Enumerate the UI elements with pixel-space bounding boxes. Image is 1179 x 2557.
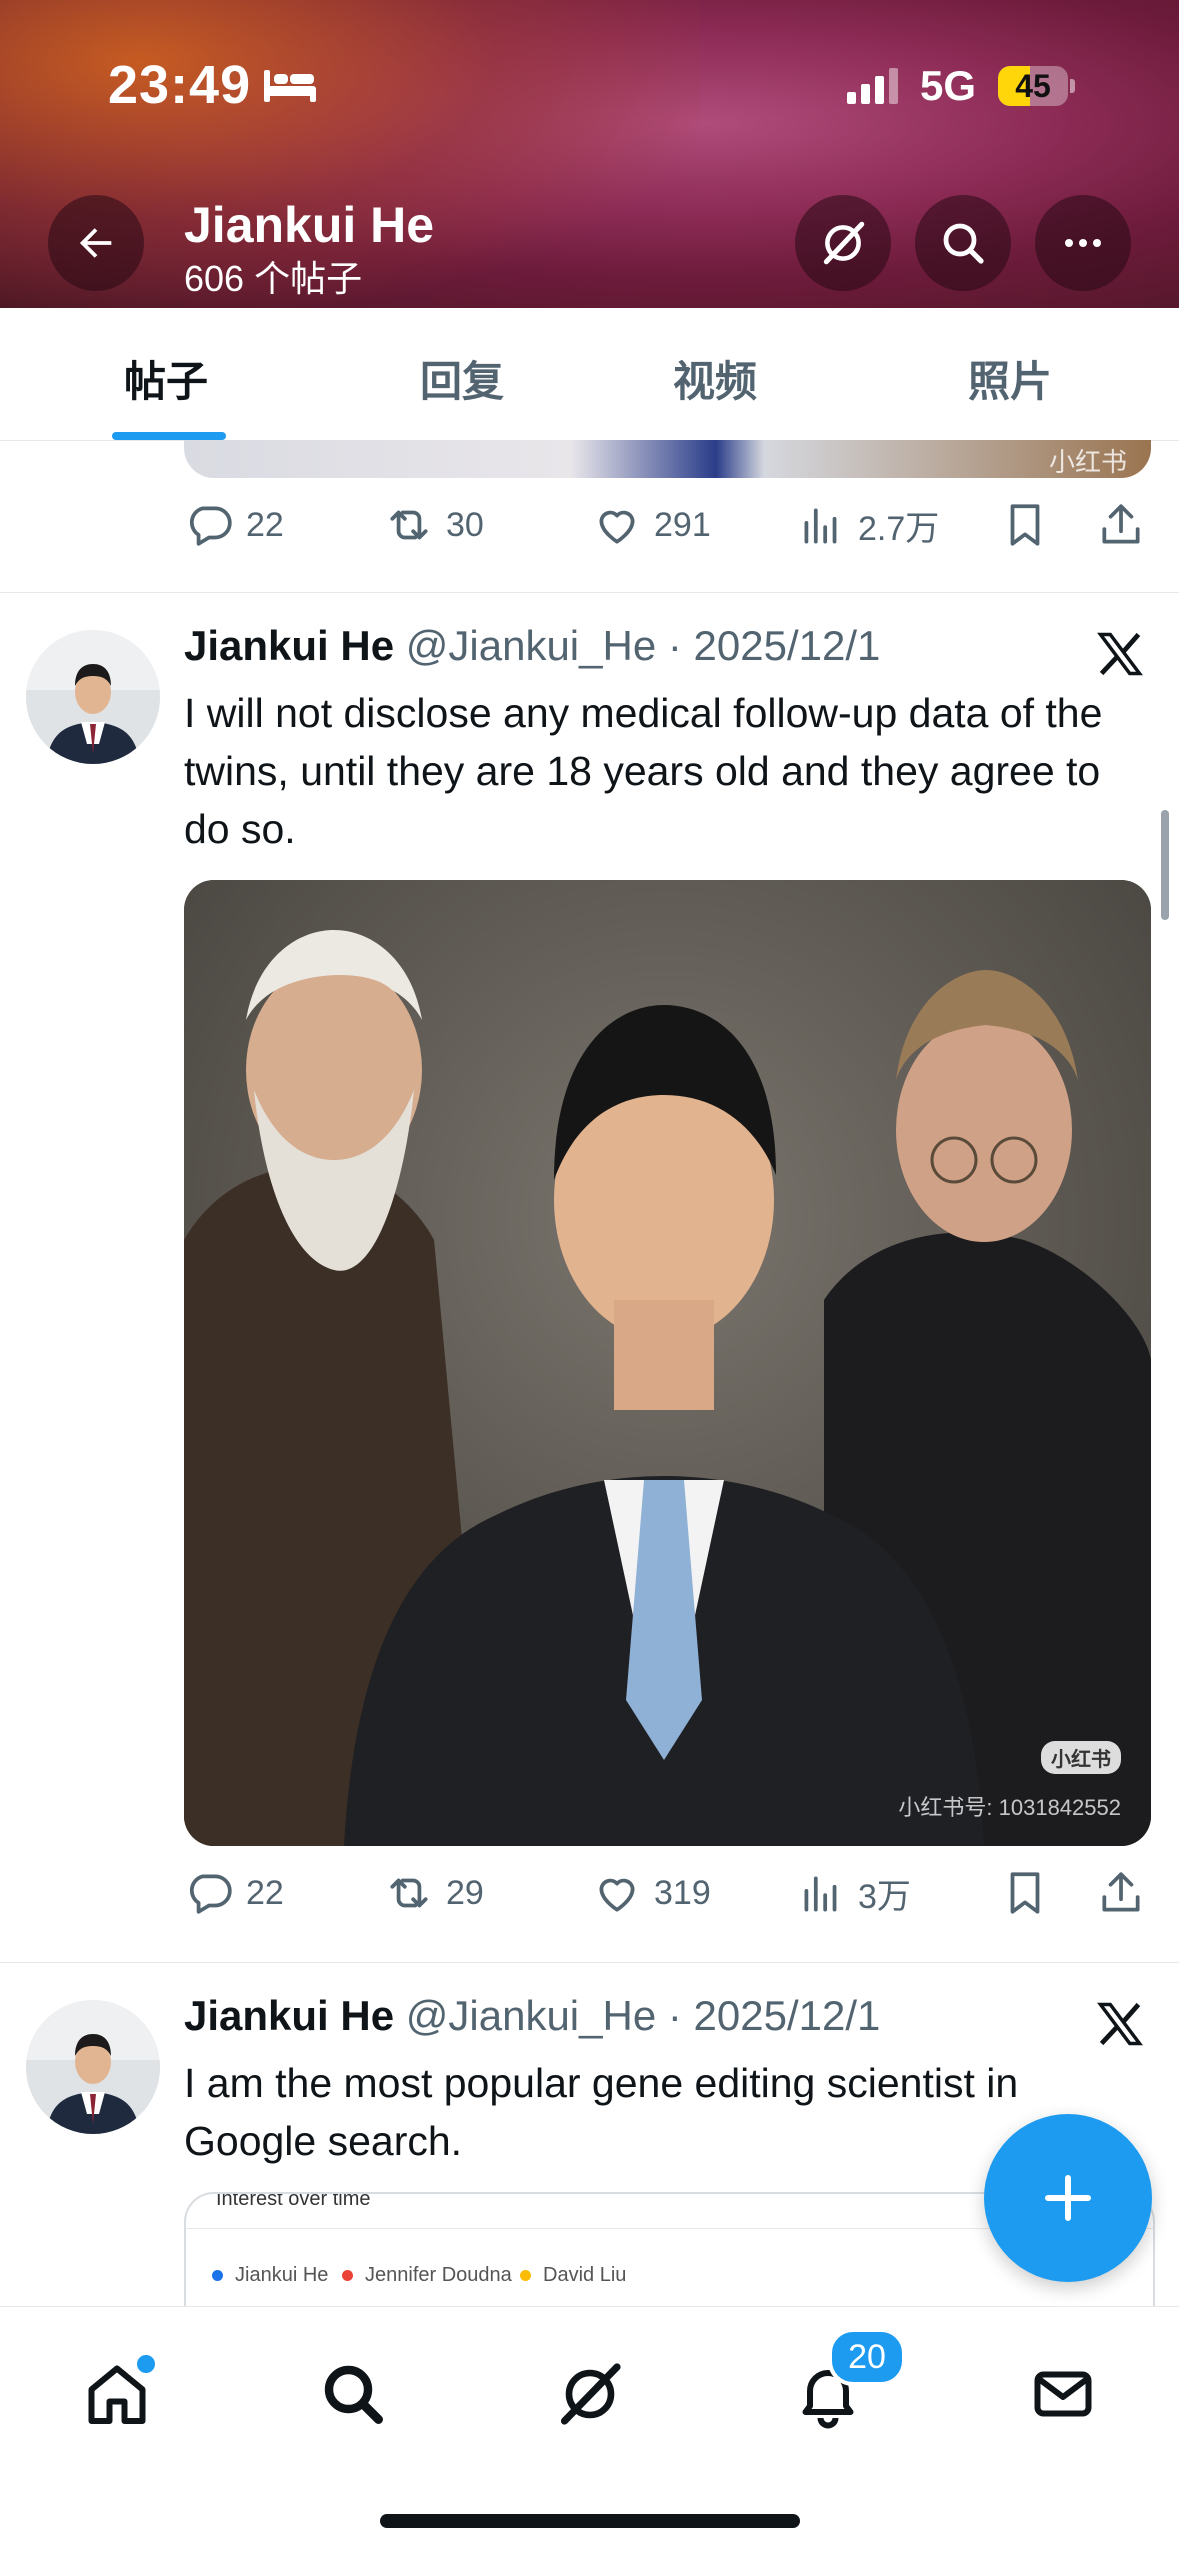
separator: · <box>667 1992 682 2039</box>
share-icon <box>1102 504 1140 544</box>
views-button[interactable]: 3万 <box>796 1868 911 1918</box>
more-options-button[interactable] <box>1035 195 1131 291</box>
home-indicator[interactable] <box>380 2514 800 2528</box>
legend-item: Jennifer Doudna <box>342 2264 512 2287</box>
reply-icon <box>189 506 232 546</box>
separator: · <box>667 622 682 669</box>
view-count: 3万 <box>858 1877 911 1916</box>
avatar[interactable] <box>26 630 160 764</box>
views-button[interactable]: 2.7万 <box>796 500 939 550</box>
bookmark-button[interactable] <box>1000 500 1062 550</box>
battery-indicator: 45 <box>998 66 1076 106</box>
tab-photos[interactable]: 照片 <box>968 348 1052 409</box>
x-logo-icon <box>1097 2002 1143 2046</box>
profile-name: Jiankui He <box>184 197 435 253</box>
view-count: 2.7万 <box>858 509 940 548</box>
previous-tweet-image[interactable]: 小红书 <box>184 440 1151 478</box>
tweet-actions: 22 29 319 3万 <box>184 1868 1154 1928</box>
more-horizontal-icon <box>1065 239 1101 247</box>
reply-button[interactable]: 22 <box>184 500 284 550</box>
card-title: Interest over time <box>216 2192 371 2210</box>
mail-icon <box>1034 2371 1092 2417</box>
scrollbar[interactable] <box>1161 810 1169 920</box>
post-count: 606 个帖子 <box>184 258 363 299</box>
share-button[interactable] <box>1096 1868 1158 1918</box>
sleep-focus-icon <box>264 70 316 102</box>
author-handle[interactable]: @Jiankui_He <box>406 622 656 669</box>
author-handle[interactable]: @Jiankui_He <box>406 1992 656 2039</box>
author-name[interactable]: Jiankui He <box>184 1992 394 2039</box>
bookmark-icon <box>1010 1872 1040 1914</box>
tab-posts[interactable]: 帖子 <box>124 348 208 409</box>
tweet-header: Jiankui He @Jiankui_He · 2025/12/1 <box>184 622 880 670</box>
notification-badge: 20 <box>828 2328 906 2386</box>
like-button[interactable]: 291 <box>592 500 711 550</box>
timeline[interactable]: 小红书 22 30 291 2.7万 Jiankui He @Jiankui_H… <box>0 440 1179 2306</box>
search-icon <box>324 2365 383 2424</box>
x-logo-icon <box>1097 632 1143 676</box>
image-watermark: 小红书 <box>1048 447 1127 477</box>
tweet-date[interactable]: 2025/12/1 <box>694 1992 881 2039</box>
image-watermark-logo: 小红书 <box>1041 1741 1121 1774</box>
avatar[interactable] <box>26 2000 160 2134</box>
reply-count: 22 <box>246 505 284 544</box>
repost-icon <box>390 510 428 540</box>
analytics-icon <box>804 1876 837 1912</box>
profile-tabs: 帖子 回复 视频 照片 <box>0 308 1179 441</box>
grok-button[interactable] <box>795 195 891 291</box>
grok-icon <box>560 2363 621 2425</box>
nav-messages[interactable] <box>1018 2349 1108 2439</box>
tweet-image[interactable]: 小红书 小红书号: 1031842552 <box>184 880 1151 1846</box>
active-tab-indicator <box>112 432 226 440</box>
repost-button[interactable]: 29 <box>384 1868 484 1918</box>
tweet-date[interactable]: 2025/12/1 <box>694 622 881 669</box>
nav-grok[interactable] <box>545 2349 635 2439</box>
heart-icon <box>599 510 635 544</box>
divider <box>0 1962 1179 1963</box>
share-icon <box>1102 1872 1140 1912</box>
tweet-text: I will not disclose any medical follow-u… <box>184 690 1103 852</box>
share-button[interactable] <box>1096 500 1158 550</box>
status-time: 23:49 <box>108 55 252 115</box>
repost-icon <box>390 1878 428 1908</box>
battery-level: 45 <box>1015 68 1051 104</box>
heart-icon <box>599 1878 635 1912</box>
network-type: 5G <box>920 62 977 109</box>
reply-button[interactable]: 22 <box>184 1868 284 1918</box>
arrow-left-icon <box>79 228 112 258</box>
repost-count: 30 <box>446 505 484 544</box>
repost-count: 29 <box>446 1873 484 1912</box>
reply-count: 22 <box>246 1873 284 1912</box>
tab-videos[interactable]: 视频 <box>673 348 757 409</box>
image-watermark-id: 小红书号: 1031842552 <box>898 1795 1121 1820</box>
author-name[interactable]: Jiankui He <box>184 622 394 669</box>
compose-post-button[interactable] <box>984 2114 1152 2282</box>
bookmark-button[interactable] <box>1000 1868 1062 1918</box>
like-button[interactable]: 319 <box>592 1868 711 1918</box>
tweet-header: Jiankui He @Jiankui_He · 2025/12/1 <box>184 1992 880 2040</box>
home-unread-dot <box>134 2352 158 2376</box>
grok-icon <box>823 221 865 265</box>
plus-icon <box>1045 2175 1091 2221</box>
reply-icon <box>189 1874 232 1914</box>
like-count: 319 <box>654 1873 711 1912</box>
back-button[interactable] <box>48 195 144 291</box>
previous-tweet-actions: 22 30 291 2.7万 <box>184 500 1154 560</box>
cellular-signal-icon <box>847 68 898 104</box>
search-button[interactable] <box>915 195 1011 291</box>
search-icon <box>943 223 984 264</box>
nav-search[interactable] <box>308 2349 398 2439</box>
bookmark-icon <box>1010 504 1040 546</box>
analytics-icon <box>804 508 837 544</box>
legend-item: David Liu <box>520 2264 626 2287</box>
like-count: 291 <box>654 505 711 544</box>
repost-button[interactable]: 30 <box>384 500 484 550</box>
divider <box>0 592 1179 593</box>
legend-item: Jiankui He <box>212 2264 328 2287</box>
tab-replies[interactable]: 回复 <box>420 348 504 409</box>
